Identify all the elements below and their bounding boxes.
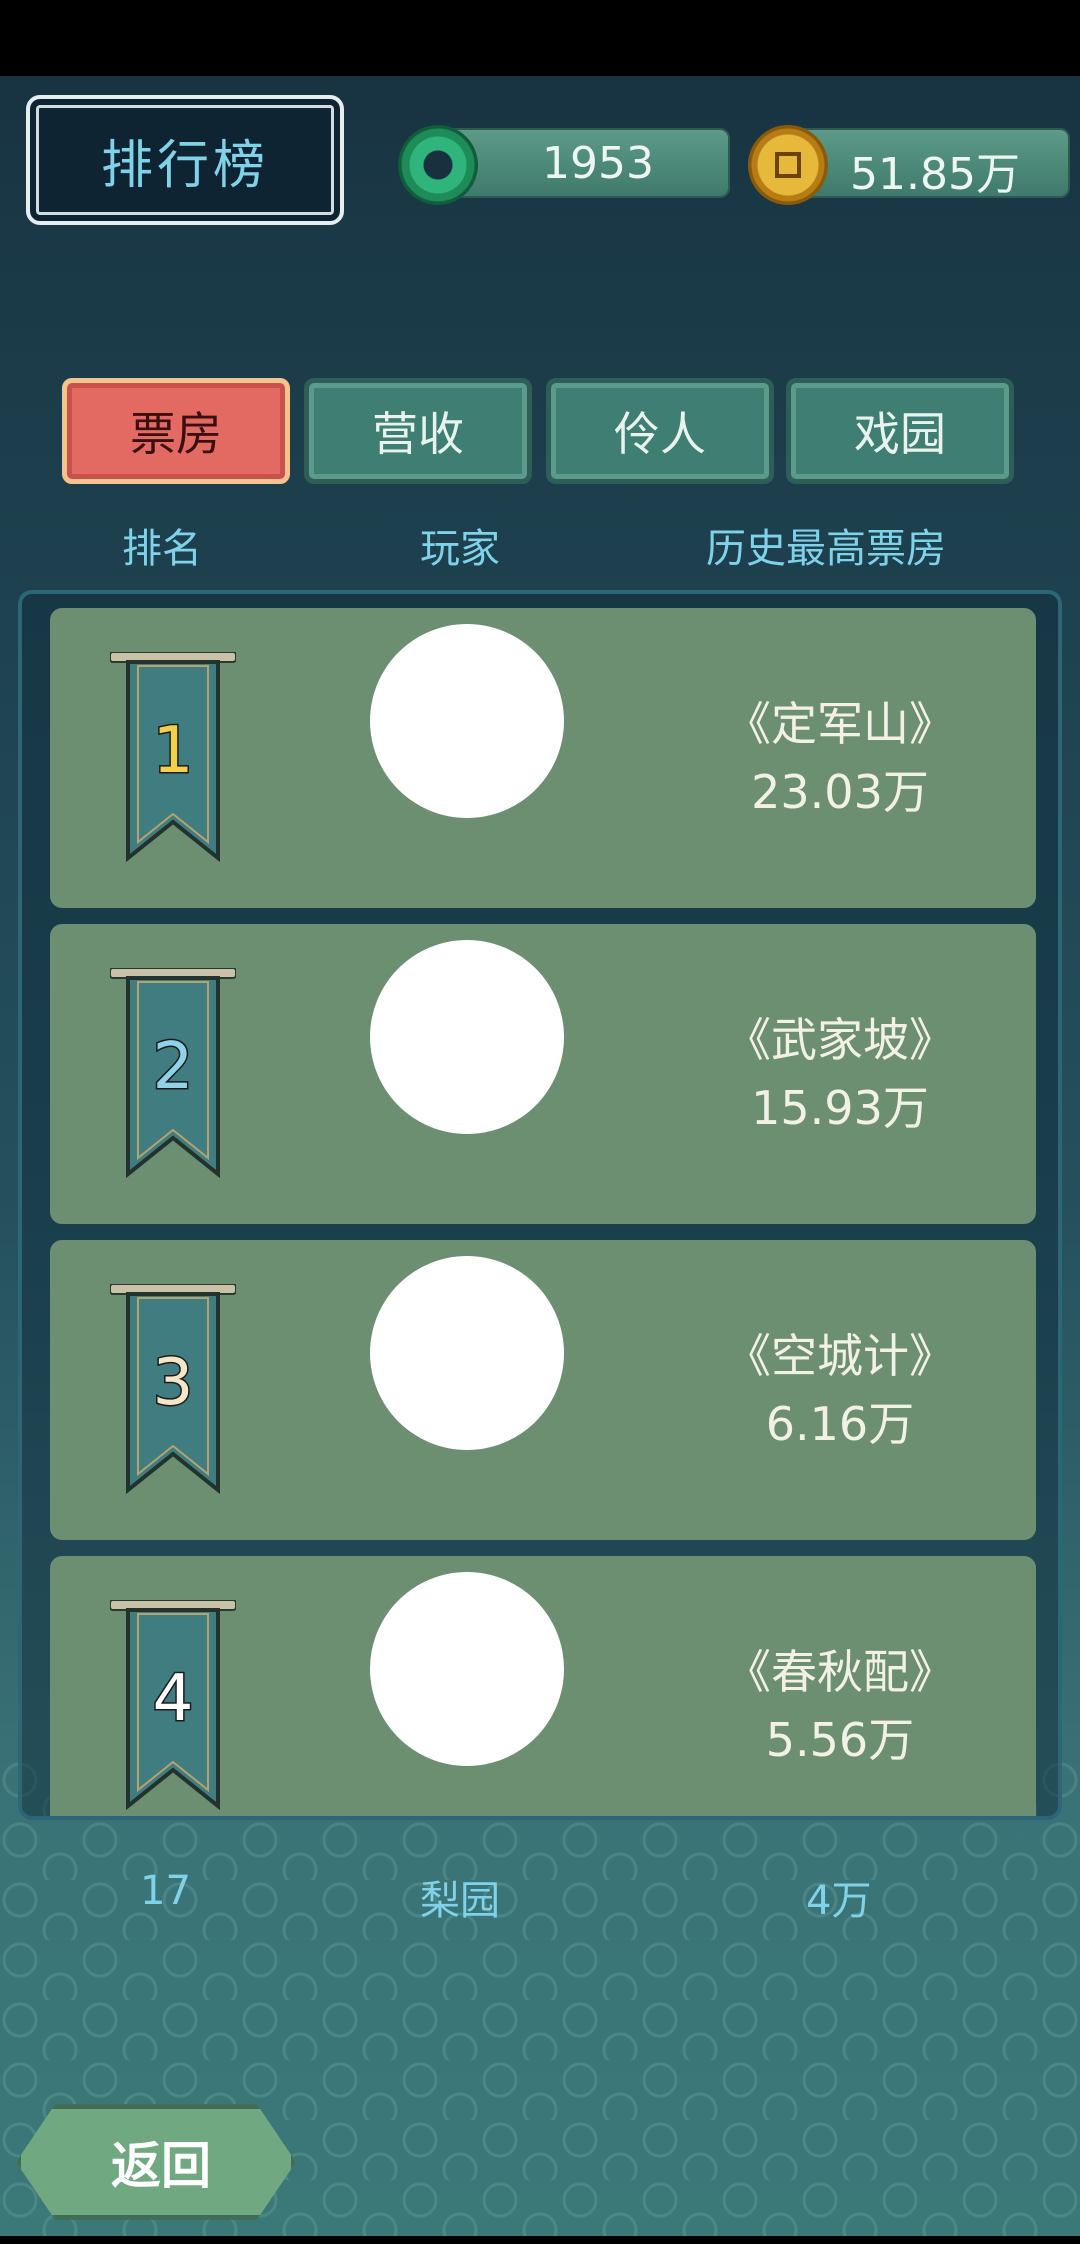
jade-amount: 1953	[542, 138, 654, 189]
my-player-name: 梨园	[420, 1878, 500, 1924]
coin-icon	[748, 125, 828, 205]
rank-banner-icon: 3	[110, 1284, 236, 1494]
rank-number: 3	[153, 1346, 194, 1420]
column-header-rank: 排名	[122, 526, 202, 572]
box-office-amount: 23.03万	[751, 765, 929, 819]
show-title: 《武家坡》	[725, 1013, 955, 1067]
tab-revenue[interactable]: 营收	[304, 378, 532, 484]
back-button-label: 返回	[111, 2137, 211, 2195]
rank-number: 1	[153, 714, 194, 788]
box-office-amount: 15.93万	[751, 1081, 929, 1135]
tab-theater[interactable]: 戏园	[786, 378, 1014, 484]
leaderboard-row[interactable]: 4 《春秋配》 5.56万	[50, 1556, 1036, 1816]
status-bar	[0, 0, 1080, 76]
tab-label: 伶人	[614, 407, 706, 461]
leaderboard-title-plate: 排行榜	[26, 95, 344, 225]
coin-counter[interactable]: 51.85万	[790, 128, 1070, 200]
rank-banner-icon: 2	[110, 968, 236, 1178]
box-office-amount: 5.56万	[765, 1713, 915, 1767]
player-avatar[interactable]	[370, 940, 564, 1134]
tab-box-office[interactable]: 票房	[62, 378, 290, 484]
tab-performers[interactable]: 伶人	[546, 378, 774, 484]
rank-banner-icon: 4	[110, 1600, 236, 1810]
show-title: 《空城计》	[725, 1329, 955, 1383]
tab-label: 营收	[372, 407, 464, 461]
column-header-record: 历史最高票房	[706, 526, 946, 572]
coin-amount: 51.85万	[850, 149, 1020, 200]
leaderboard-row[interactable]: 2 《武家坡》 15.93万	[50, 924, 1036, 1224]
page-title: 排行榜	[100, 135, 269, 196]
column-header-player: 玩家	[420, 526, 500, 572]
rank-number: 4	[153, 1662, 194, 1736]
player-avatar[interactable]	[370, 1256, 564, 1450]
my-record: 4万	[806, 1878, 872, 1924]
rank-banner-icon: 1	[110, 652, 236, 862]
jade-icon	[398, 125, 478, 205]
leaderboard-row[interactable]: 1 《定军山》 23.03万	[50, 608, 1036, 908]
player-avatar[interactable]	[370, 1572, 564, 1766]
navigation-bar	[0, 2236, 1080, 2244]
leaderboard-row[interactable]: 3 《空城计》 6.16万	[50, 1240, 1036, 1540]
my-rank: 17	[140, 1868, 191, 1914]
show-title: 《定军山》	[725, 697, 955, 751]
box-office-amount: 6.16万	[765, 1397, 915, 1451]
back-button[interactable]: 返回	[16, 2104, 296, 2220]
leaderboard-list[interactable]: 1 《定军山》 23.03万 2 《武家坡》 15.93万 3 《空城计》 6.…	[18, 590, 1062, 1820]
show-title: 《春秋配》	[725, 1645, 955, 1699]
jade-counter[interactable]: 1953	[440, 128, 730, 198]
tab-label: 戏园	[854, 407, 946, 461]
player-avatar[interactable]	[370, 624, 564, 818]
tab-label: 票房	[130, 407, 222, 461]
rank-number: 2	[153, 1030, 194, 1104]
